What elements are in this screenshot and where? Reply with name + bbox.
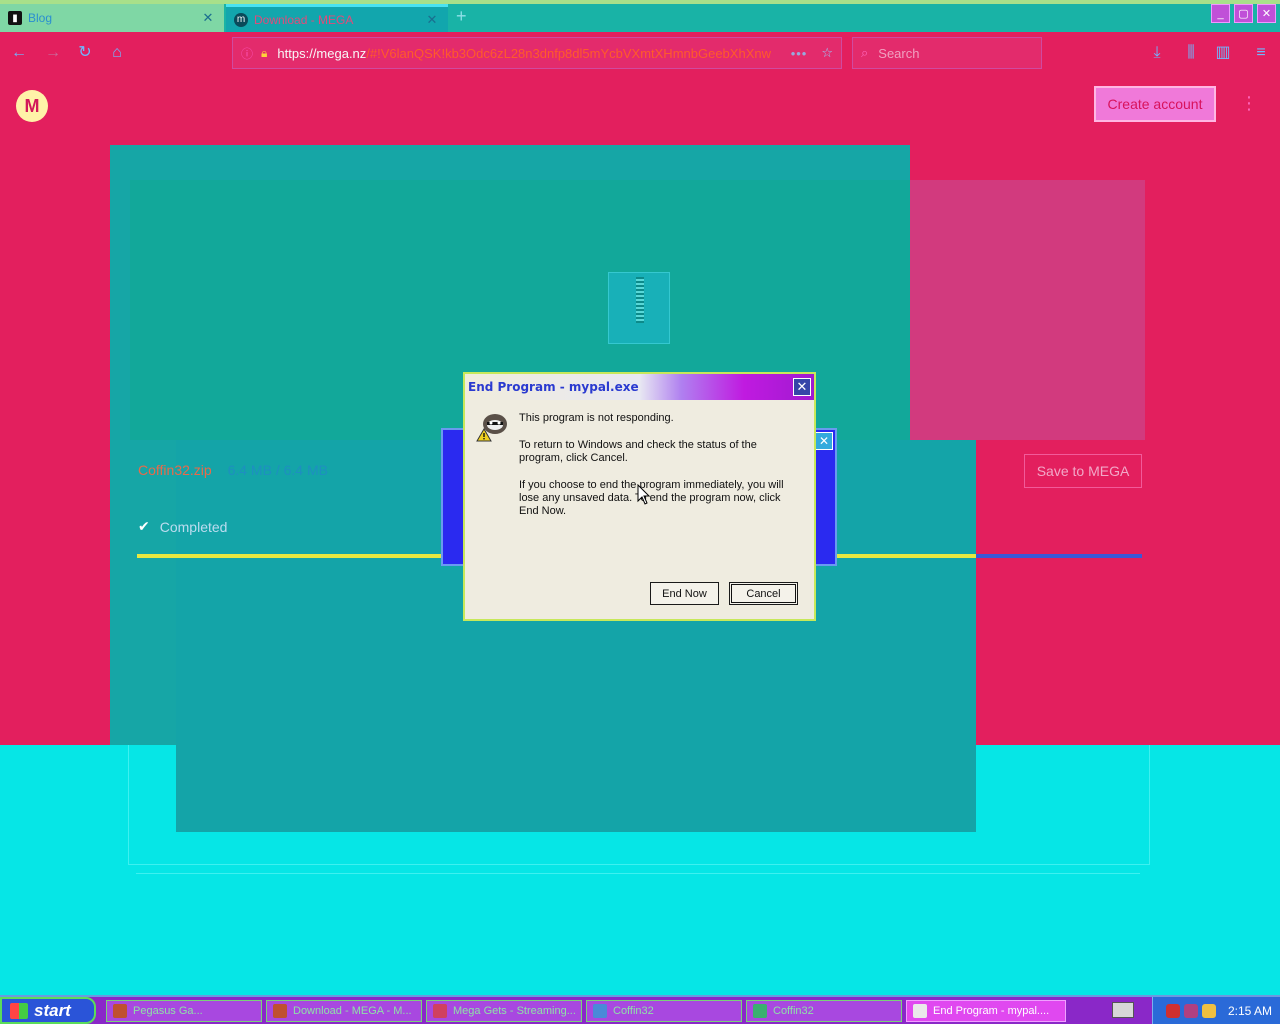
downloads-icon[interactable]: ⤓	[1146, 43, 1168, 63]
reload-icon[interactable]: ↻	[74, 43, 96, 63]
zip-folder-icon	[753, 1004, 767, 1018]
address-bar[interactable]: ⓘ 🔒︎ https://mega.nz /#!V6lanQSK!kb3Odc6…	[232, 37, 842, 69]
create-account-button[interactable]: Create account	[1094, 86, 1216, 122]
tab-strip: ▮ Blog ✕ m Download - MEGA ✕ + _ ▢ ✕	[0, 0, 1280, 32]
back-arrow-icon[interactable]: ←	[8, 43, 30, 63]
menu-hamburger-icon[interactable]: ≡	[1250, 43, 1272, 63]
close-tab-icon[interactable]: ✕	[200, 10, 216, 26]
taskbar: start Pegasus Ga... Download - MEGA - M.…	[0, 995, 1280, 1024]
close-icon[interactable]: ✕	[815, 432, 833, 450]
file-info: Coffin32.zip 6.4 MB / 6.4 MB	[138, 462, 328, 478]
library-icon[interactable]: ⫼	[1180, 43, 1202, 63]
url-path: /#!V6lanQSK!kb3Odc6zL28n3dnfp8dl5mYcbVXm…	[366, 45, 771, 61]
taskbar-item-end-program[interactable]: End Program - mypal....	[906, 1000, 1066, 1022]
mega-logo[interactable]: M	[16, 90, 48, 122]
search-icon: ⌕	[861, 45, 869, 60]
page-actions-icon[interactable]: •••	[791, 46, 808, 61]
zip-file-icon	[608, 272, 670, 344]
start-label: start	[34, 1000, 71, 1020]
taskbar-item-coffin32-folder[interactable]: Coffin32	[586, 1000, 742, 1022]
bookmark-star-icon[interactable]: ☆	[821, 45, 833, 61]
dialog-message-not-responding: This program is not responding.	[519, 412, 674, 424]
more-options-icon[interactable]: ⋮	[1240, 94, 1258, 112]
forward-arrow-icon[interactable]: →	[42, 43, 64, 63]
close-window-icon[interactable]: ✕	[1257, 4, 1276, 23]
browser-app-icon	[433, 1004, 447, 1018]
dialog-close-icon[interactable]: ✕	[793, 378, 811, 396]
close-tab-icon[interactable]: ✕	[424, 12, 440, 28]
side-panel	[910, 180, 1145, 440]
blog-favicon-icon: ▮	[8, 11, 22, 25]
new-tab-plus-icon[interactable]: +	[456, 6, 467, 27]
maximize-window-icon[interactable]: ▢	[1234, 4, 1253, 23]
taskbar-item-label: Coffin32	[773, 1005, 814, 1017]
system-tray: 2:15 AM	[1152, 997, 1280, 1024]
browser-app-icon	[273, 1004, 287, 1018]
security-tray-icon[interactable]	[1165, 1003, 1180, 1018]
dialog-buttons: End Now Cancel	[650, 582, 798, 605]
file-size: 6.4 MB / 6.4 MB	[227, 462, 328, 478]
lock-icon: 🔒︎	[261, 45, 268, 60]
cancel-button[interactable]: Cancel	[729, 582, 798, 605]
tab-mega-download[interactable]: m Download - MEGA ✕	[226, 4, 448, 32]
url-host: https://mega.nz	[277, 45, 367, 61]
taskbar-item-coffin32-zip[interactable]: Coffin32	[746, 1000, 902, 1022]
mega-favicon-icon: m	[234, 12, 248, 27]
window-app-icon	[913, 1004, 927, 1018]
tab-label: Blog	[28, 11, 53, 25]
footer-divider	[136, 873, 1140, 874]
taskbar-item-label: Download - MEGA - M...	[293, 1005, 412, 1017]
dialog-message-end-now-info: If you choose to end the program immedia…	[519, 479, 784, 517]
tab-blog[interactable]: ▮ Blog ✕	[0, 4, 224, 32]
minimize-window-icon[interactable]: _	[1211, 4, 1230, 23]
home-icon[interactable]: ⌂	[106, 43, 128, 63]
zipper-icon	[636, 277, 644, 323]
taskbar-item-pegasus[interactable]: Pegasus Ga...	[106, 1000, 262, 1022]
folder-icon	[593, 1004, 607, 1018]
dialog-title: End Program - mypal.exe	[468, 380, 639, 394]
mouse-cursor-icon	[637, 484, 651, 505]
raccoon-warning-icon	[476, 414, 507, 442]
sidebar-toggle-icon[interactable]: ▥	[1212, 43, 1234, 63]
dialog-message-cancel-info: To return to Windows and check the statu…	[519, 439, 757, 464]
status-text: Completed	[159, 518, 228, 535]
network-tray-icon[interactable]	[1183, 1003, 1198, 1018]
pegasus-app-icon	[113, 1004, 127, 1018]
taskbar-item-label: Mega Gets - Streaming...	[453, 1005, 576, 1017]
end-now-button[interactable]: End Now	[650, 582, 719, 605]
taskbar-item-label: Pegasus Ga...	[133, 1005, 203, 1017]
dialog-titlebar[interactable]: End Program - mypal.exe ✕	[465, 374, 814, 400]
start-button[interactable]: start	[0, 997, 96, 1024]
taskbar-item-label: End Program - mypal....	[933, 1005, 1050, 1017]
taskbar-item-mega-download[interactable]: Download - MEGA - M...	[266, 1000, 422, 1022]
search-tray-icon[interactable]	[1201, 1003, 1216, 1018]
site-info-icon[interactable]: ⓘ	[241, 45, 253, 62]
windows-logo-icon	[10, 1002, 28, 1019]
search-placeholder: Search	[878, 45, 920, 61]
taskbar-item-label: Coffin32	[613, 1005, 654, 1017]
clock[interactable]: 2:15 AM	[1228, 1004, 1272, 1018]
checkmark-icon: ✔	[138, 518, 150, 534]
save-to-mega-button[interactable]: Save to MEGA	[1024, 454, 1142, 488]
file-name: Coffin32.zip	[138, 462, 212, 478]
keyboard-language-icon[interactable]	[1112, 1002, 1134, 1018]
download-status: ✔ Completed	[138, 518, 227, 535]
tray-icons	[1165, 1003, 1216, 1018]
tab-label: Download - MEGA	[254, 12, 354, 27]
taskbar-item-mega-gets[interactable]: Mega Gets - Streaming...	[426, 1000, 582, 1022]
search-input[interactable]: ⌕ Search	[852, 37, 1042, 69]
window-controls: _ ▢ ✕	[1211, 4, 1276, 23]
